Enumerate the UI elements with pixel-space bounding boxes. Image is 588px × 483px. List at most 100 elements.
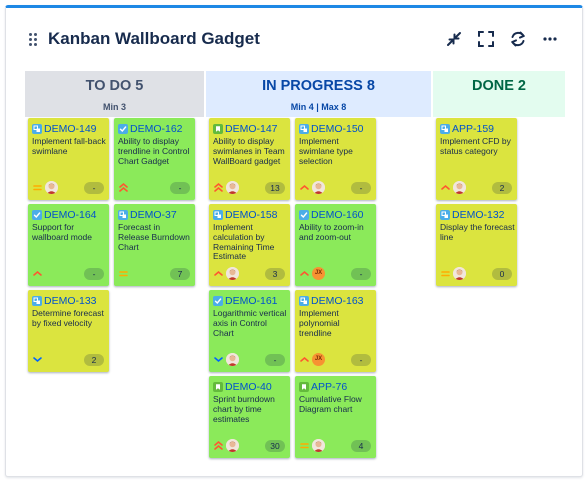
- card-key-row: DEMO-147: [213, 123, 278, 135]
- assignee-avatar: [453, 181, 466, 194]
- assignee-avatar: [453, 267, 466, 280]
- issue-key-link[interactable]: APP-159: [452, 123, 494, 135]
- issue-card[interactable]: DEMO-160 Ability to zoom-in and zoom-out J…: [295, 204, 376, 286]
- minimize-icon[interactable]: [443, 28, 465, 50]
- issue-summary: Cumulative Flow Diagram chart: [299, 394, 362, 414]
- priority-medium-icon: [32, 182, 43, 193]
- issue-summary: Implement CFD by status category: [440, 136, 511, 156]
- issue-card[interactable]: DEMO-149 Implement fall-back swimlane -: [28, 118, 109, 200]
- priority-medium-icon: [440, 268, 451, 279]
- fullscreen-icon[interactable]: [475, 28, 497, 50]
- card-key-row: DEMO-149: [32, 123, 97, 135]
- card-footer: -: [212, 353, 287, 367]
- issue-card[interactable]: DEMO-133 Determine forecast by fixed velo…: [28, 290, 109, 372]
- priority-high-icon: [299, 182, 310, 193]
- issue-card[interactable]: APP-159 Implement CFD by status category 2: [436, 118, 517, 200]
- refresh-icon[interactable]: [507, 28, 529, 50]
- issue-card[interactable]: DEMO-132 Display the forecast line 0: [436, 204, 517, 286]
- issue-key-link[interactable]: DEMO-40: [225, 381, 272, 393]
- more-icon[interactable]: [539, 28, 561, 50]
- estimate-badge: 30: [265, 440, 285, 452]
- card-key-row: DEMO-162: [118, 123, 183, 135]
- issue-key-link[interactable]: DEMO-158: [225, 209, 278, 221]
- assignee-avatar: [226, 439, 239, 452]
- subtask-icon: [32, 124, 42, 134]
- card-footer: 3: [212, 267, 287, 281]
- priority-highest-icon: [118, 182, 129, 193]
- card-key-row: DEMO-150: [299, 123, 364, 135]
- column-title: IN PROGRESS 8: [262, 78, 375, 94]
- issue-key-link[interactable]: DEMO-132: [452, 209, 505, 221]
- card-footer: -: [31, 181, 106, 195]
- card-key-row: DEMO-133: [32, 295, 97, 307]
- assignee-avatar: JX: [312, 267, 325, 280]
- card-key-row: DEMO-132: [440, 209, 505, 221]
- issue-summary: Implement calculation by Remaining Time …: [213, 222, 275, 262]
- priority-medium-icon: [118, 268, 129, 279]
- estimate-badge: 2: [84, 354, 104, 366]
- subtask-icon: [213, 210, 223, 220]
- issue-card[interactable]: DEMO-40 Sprint burndown chart by time est…: [209, 376, 290, 458]
- subtask-icon: [299, 124, 309, 134]
- assignee-avatar: [312, 181, 325, 194]
- issue-card[interactable]: DEMO-163 Implement polynomial trendline JX…: [295, 290, 376, 372]
- issue-key-link[interactable]: DEMO-163: [311, 295, 364, 307]
- issue-card[interactable]: DEMO-158 Implement calculation by Remaini…: [209, 204, 290, 286]
- issue-card[interactable]: DEMO-161 Logarithmic vertical axis in Con…: [209, 290, 290, 372]
- priority-medium-icon: [299, 440, 310, 451]
- kanban-wallboard-gadget: Kanban Wallboard Gadget TO DO 5 Min 3 IN…: [5, 5, 583, 477]
- story-icon: [299, 382, 309, 392]
- story-icon: [213, 382, 223, 392]
- issue-card[interactable]: DEMO-164 Support for wallboard mode -: [28, 204, 109, 286]
- card-footer: 2: [439, 181, 514, 195]
- issue-key-link[interactable]: DEMO-162: [130, 123, 183, 135]
- priority-high-icon: [213, 268, 224, 279]
- issue-key-link[interactable]: DEMO-161: [225, 295, 278, 307]
- issue-card[interactable]: APP-76 Cumulative Flow Diagram chart 4: [295, 376, 376, 458]
- card-key-row: DEMO-37: [118, 209, 177, 221]
- estimate-badge: 2: [492, 182, 512, 194]
- issue-key-link[interactable]: DEMO-149: [44, 123, 97, 135]
- assignee-avatar: [226, 181, 239, 194]
- assignee-avatar: [312, 439, 325, 452]
- issue-key-link[interactable]: DEMO-147: [225, 123, 278, 135]
- column-title: DONE 2: [472, 78, 526, 94]
- card-footer: 30: [212, 439, 287, 453]
- issue-key-link[interactable]: DEMO-164: [44, 209, 97, 221]
- issue-card[interactable]: DEMO-162 Ability to display trendline in …: [114, 118, 195, 200]
- assignee-avatar: [226, 353, 239, 366]
- issue-card[interactable]: DEMO-147 Ability to display swimlanes in …: [209, 118, 290, 200]
- subtask-icon: [299, 296, 309, 306]
- card-footer: 7: [117, 267, 192, 281]
- assignee-avatar: [226, 267, 239, 280]
- assignee-avatar: JX: [312, 353, 325, 366]
- issue-summary: Ability to display swimlanes in Team Wal…: [213, 136, 285, 166]
- card-key-row: DEMO-158: [213, 209, 278, 221]
- priority-low-icon: [213, 354, 224, 365]
- column-title: TO DO 5: [85, 78, 144, 94]
- card-key-row: DEMO-160: [299, 209, 364, 221]
- issue-key-link[interactable]: DEMO-37: [130, 209, 177, 221]
- priority-high-icon: [299, 268, 310, 279]
- issue-key-link[interactable]: APP-76: [311, 381, 347, 393]
- issue-key-link[interactable]: DEMO-150: [311, 123, 364, 135]
- subtask-icon: [118, 210, 128, 220]
- issue-card[interactable]: DEMO-150 Implement swimlane type selectio…: [295, 118, 376, 200]
- issue-summary: Display the forecast line: [440, 222, 515, 242]
- subtask-icon: [440, 124, 450, 134]
- gadget-title: Kanban Wallboard Gadget: [48, 29, 260, 48]
- card-footer: -: [298, 181, 373, 195]
- issue-key-link[interactable]: DEMO-160: [311, 209, 364, 221]
- drag-handle-icon[interactable]: [29, 33, 39, 47]
- task-icon: [118, 124, 128, 134]
- priority-low-icon: [32, 354, 43, 365]
- column-header-done: DONE 2: [433, 71, 565, 117]
- issue-summary: Sprint burndown chart by time estimates: [213, 394, 275, 424]
- issue-card[interactable]: DEMO-37 Forecast in Release Burndown Char…: [114, 204, 195, 286]
- task-icon: [32, 210, 42, 220]
- estimate-badge: 0: [492, 268, 512, 280]
- estimate-badge: -: [84, 182, 104, 194]
- issue-summary: Ability to display trendline in Control …: [118, 136, 190, 166]
- issue-summary: Logarithmic vertical axis in Control Cha…: [213, 308, 287, 338]
- issue-key-link[interactable]: DEMO-133: [44, 295, 97, 307]
